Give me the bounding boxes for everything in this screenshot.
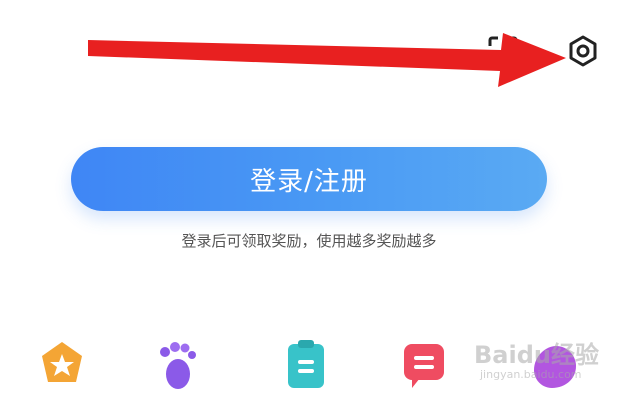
scan-icon[interactable] bbox=[486, 34, 520, 68]
login-hint-text: 登录后可领取奖励，使用越多奖励越多 bbox=[181, 232, 437, 250]
watermark-logo: Baidu经验 bbox=[474, 341, 599, 369]
message-icon[interactable] bbox=[396, 336, 452, 392]
baidu-watermark: Baidu经验 jingyan.baidu.com bbox=[474, 342, 604, 382]
star-icon[interactable] bbox=[34, 336, 90, 392]
login-register-label: 登录/注册 bbox=[250, 166, 368, 197]
settings-icon[interactable] bbox=[566, 34, 600, 68]
clipboard-icon[interactable] bbox=[278, 336, 334, 392]
watermark-url: jingyan.baidu.com bbox=[480, 368, 582, 381]
login-register-button[interactable]: 登录/注册 bbox=[71, 147, 547, 211]
footprint-icon[interactable] bbox=[148, 336, 204, 392]
